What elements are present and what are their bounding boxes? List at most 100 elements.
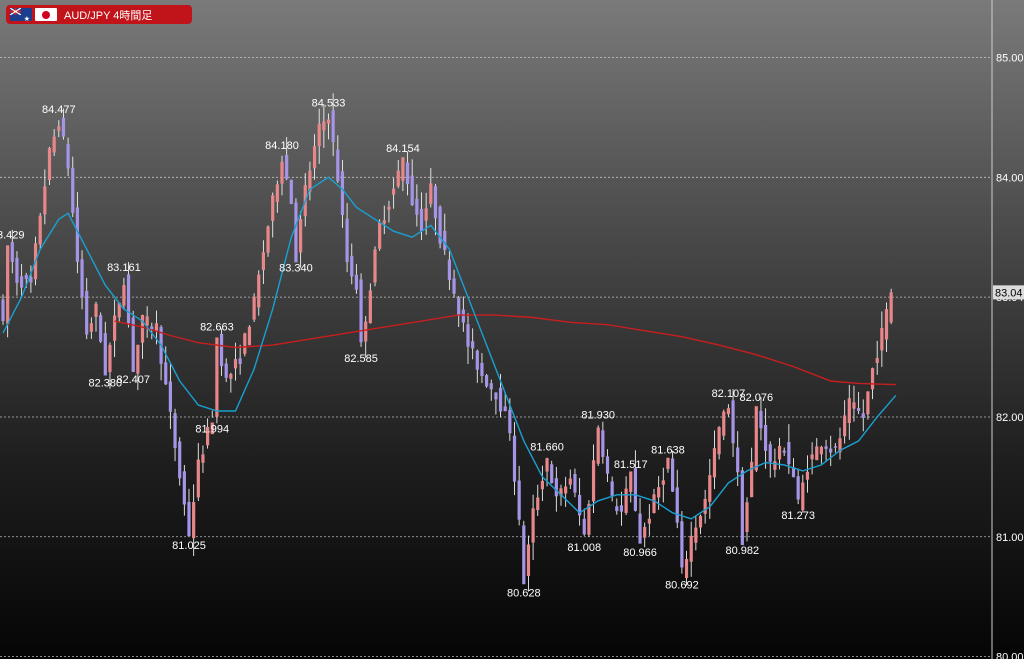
candle-bull — [396, 170, 400, 187]
candle-bear — [173, 413, 177, 449]
candle-bull — [819, 446, 823, 455]
current-price-label: 83.04 — [995, 287, 1023, 299]
candle-bear — [573, 473, 577, 493]
candle-bear — [405, 162, 410, 185]
candle-bear — [675, 487, 679, 523]
candle-bull — [266, 226, 270, 253]
candle-bull — [531, 508, 535, 543]
candle-bear — [475, 350, 479, 370]
candle-bear — [736, 447, 740, 473]
candle-bear — [764, 424, 768, 451]
candle-bull — [140, 315, 145, 343]
price-annotation: 83.429 — [0, 230, 24, 242]
candle-bull — [215, 337, 219, 417]
candle-bear — [731, 400, 735, 444]
candle-bull — [233, 359, 238, 369]
candle-bull — [866, 391, 870, 415]
candle-bull — [750, 461, 754, 498]
price-annotation: 80.966 — [623, 547, 657, 559]
candle-bear — [619, 505, 624, 512]
candle-bear — [182, 471, 186, 505]
candle-bear — [24, 275, 28, 279]
candle-bull — [326, 119, 331, 124]
candle-bear — [433, 186, 438, 219]
price-annotation: 81.660 — [530, 442, 564, 454]
candle-bull — [568, 478, 572, 485]
candle-bull — [299, 219, 303, 253]
candle-bull — [89, 323, 93, 332]
candle-bear — [517, 480, 521, 520]
candle-bear — [457, 297, 461, 316]
candle-bull — [145, 316, 149, 326]
candle-bull — [643, 526, 647, 538]
candle-bull — [275, 184, 279, 202]
candle-bull — [694, 527, 698, 543]
candle-bear — [61, 117, 66, 137]
price-annotation: 81.930 — [581, 409, 615, 421]
candle-bear — [498, 387, 503, 412]
candle-bull — [382, 220, 386, 224]
price-annotation: 83.161 — [107, 262, 141, 274]
candle-bear — [20, 276, 24, 288]
candle-bear — [494, 392, 498, 400]
candle-bull — [884, 309, 889, 340]
candle-bear — [415, 198, 419, 215]
candle-bull — [536, 497, 540, 511]
candle-bear — [833, 446, 837, 448]
candle-bear — [796, 476, 800, 500]
candle-bear — [768, 444, 772, 462]
japan-flag-icon — [35, 8, 57, 21]
price-annotation: 81.025 — [172, 540, 206, 552]
candle-bull — [6, 245, 10, 324]
candle-bull — [684, 558, 689, 579]
candle-bull — [717, 427, 721, 455]
candle-bear — [336, 149, 340, 182]
candle-bear — [331, 110, 335, 142]
candle-bear — [289, 179, 293, 204]
price-annotation: 84.533 — [312, 97, 346, 109]
price-annotation: 81.517 — [614, 459, 648, 471]
candle-bull — [666, 457, 670, 469]
price-annotation: 82.076 — [739, 392, 773, 404]
candle-bull — [271, 195, 275, 221]
candle-bear — [150, 326, 154, 330]
candle-bull — [429, 183, 433, 205]
candle-bear — [187, 501, 191, 537]
candle-bear — [80, 259, 84, 297]
candle-bull — [801, 482, 805, 511]
candle-bull — [192, 502, 196, 539]
candle-bear — [615, 506, 619, 512]
price-annotation: 81.008 — [567, 542, 601, 554]
candle-bull — [373, 249, 377, 283]
price-annotation: 81.994 — [195, 424, 229, 436]
candle-bear — [10, 242, 14, 262]
candle-bull — [261, 252, 265, 271]
candle-bull — [847, 398, 851, 423]
candle-bull — [243, 333, 247, 354]
candle-bull — [722, 411, 726, 436]
candle-bear — [680, 521, 684, 568]
candle-bull — [624, 488, 628, 513]
candle-bear — [164, 362, 168, 385]
candle-bull — [52, 136, 56, 153]
price-tick-label: 82.00 — [996, 412, 1024, 424]
candle-bull — [94, 303, 98, 317]
candle-bear — [178, 441, 182, 479]
candle-bear — [294, 202, 298, 263]
candle-bull — [368, 290, 372, 324]
candle-bear — [410, 175, 414, 206]
candle-bull — [647, 518, 651, 524]
candle-bull — [57, 126, 61, 131]
price-annotation: 82.585 — [344, 353, 378, 365]
candle-bear — [601, 430, 605, 457]
chart-area[interactable]: 85.00 84.00 83.04 82.00 81.00 80.00 84.477 83.4… — [0, 0, 1024, 659]
candle-bull — [712, 448, 717, 478]
candle-bear — [340, 171, 345, 215]
candle-bull — [870, 368, 875, 390]
price-annotation: 81.638 — [651, 444, 685, 456]
candle-bull — [587, 503, 591, 535]
candlestick-chart[interactable]: 85.00 84.00 83.04 82.00 81.00 80.00 84.477 83.4… — [0, 0, 1024, 659]
candle-bear — [354, 274, 358, 290]
price-annotation: 83.340 — [279, 262, 313, 274]
candle-bear — [66, 144, 70, 169]
